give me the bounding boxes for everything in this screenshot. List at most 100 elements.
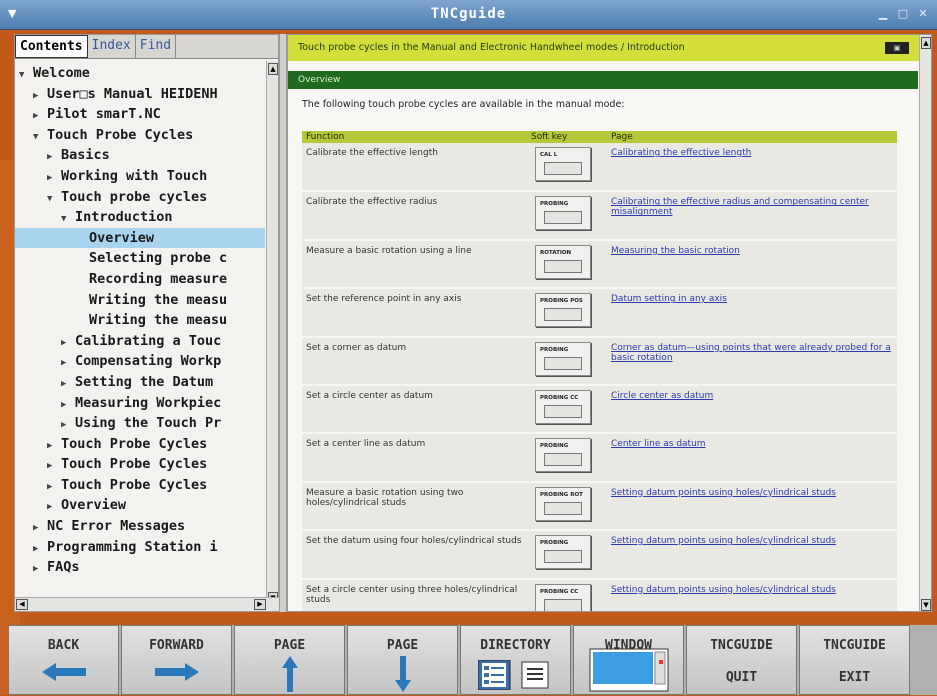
tree-item[interactable]: Recording measure	[15, 269, 265, 290]
softkey-directory-button[interactable]: DIRECTORY	[460, 625, 571, 695]
tree-item-label: Programming Station i	[47, 538, 218, 555]
collapsed-arrow-icon[interactable]: ▶	[47, 436, 61, 455]
tree-item[interactable]: ▶ FAQs	[15, 557, 265, 578]
tree-item[interactable]: ▶ Working with Touch	[15, 166, 265, 187]
tree-item[interactable]: ▶ Basics	[15, 145, 265, 166]
tree-item[interactable]: ▶ Setting the Datum	[15, 372, 265, 393]
tree-item-label: Touch Probe Cycles	[47, 126, 194, 143]
collapsed-arrow-icon[interactable]: ▶	[61, 333, 75, 352]
expanded-arrow-icon[interactable]: ▼	[61, 209, 75, 228]
softkey-window-button[interactable]: WINDOW	[573, 625, 684, 695]
softkey-cell: PROBING	[527, 433, 607, 483]
tree-item[interactable]: Selecting probe c	[15, 248, 265, 269]
tree-item[interactable]: ▶ Programming Station i	[15, 537, 265, 558]
collapsed-arrow-icon[interactable]: ▶	[47, 456, 61, 475]
maximize-icon[interactable]: □	[895, 6, 911, 22]
collapsed-arrow-icon[interactable]: ▶	[33, 106, 47, 125]
tree-item-label: User□s Manual HEIDENH	[47, 85, 218, 102]
page-link[interactable]: Circle center as datum	[611, 391, 713, 401]
page-link[interactable]: Setting datum points using holes/cylindr…	[611, 585, 836, 595]
softkey-label: PAGE	[386, 638, 419, 653]
softkey-page-button[interactable]: PAGE	[347, 625, 458, 695]
tab-contents[interactable]: Contents	[15, 35, 88, 58]
softkey-image: PROBING CC	[535, 389, 591, 424]
tree-item[interactable]: ▼ Touch probe cycles	[15, 187, 265, 208]
collapsed-arrow-icon[interactable]: ▶	[61, 395, 75, 414]
expanded-arrow-icon[interactable]: ▼	[33, 127, 47, 146]
collapsed-arrow-icon[interactable]: ▶	[33, 518, 47, 537]
tab-index[interactable]: Index	[88, 35, 136, 58]
page-link[interactable]: Center line as datum	[611, 439, 706, 449]
tree-item[interactable]: ▶ NC Error Messages	[15, 516, 265, 537]
page-link[interactable]: Corner as datum—using points that were a…	[611, 343, 891, 363]
softkey-back-button[interactable]: BACK	[8, 625, 119, 695]
probe-diagram-icon	[544, 356, 582, 370]
page-link[interactable]: Setting datum points using holes/cylindr…	[611, 536, 836, 546]
contents-panel: Contents Index Find ▼ Welcome ▶ User□s Manu…	[14, 34, 280, 612]
collapsed-arrow-icon[interactable]: ▶	[47, 168, 61, 187]
close-icon[interactable]: ✕	[915, 6, 931, 22]
minimize-icon[interactable]: ▁	[875, 6, 891, 22]
collapsed-arrow-icon[interactable]: ▶	[61, 415, 75, 434]
scroll-up-icon[interactable]: ▲	[921, 37, 931, 49]
softkey-cell: ROTATION	[527, 239, 607, 290]
collapsed-arrow-icon[interactable]: ▶	[61, 374, 75, 393]
tree-item[interactable]: ▶ Pilot smarT.NC	[15, 104, 265, 125]
tree-item[interactable]: Writing the measu	[15, 290, 265, 311]
function-cell: Measure a basic rotation using a line	[302, 239, 527, 290]
tree-item[interactable]: ▶ Calibrating a Touc	[15, 331, 265, 352]
scroll-down-icon[interactable]: ▼	[921, 599, 931, 611]
tree-item[interactable]: ▶ Touch Probe Cycles	[15, 454, 265, 475]
tree-item[interactable]: Overview	[15, 227, 265, 249]
pane-splitter[interactable]	[279, 34, 287, 612]
page-link[interactable]: Measuring the basic rotation	[611, 246, 740, 256]
page-cell: Setting datum points using holes/cylindr…	[607, 530, 897, 580]
page-link[interactable]: Setting datum points using holes/cylindr…	[611, 488, 836, 498]
content-vertical-scrollbar[interactable]: ▲ ▼	[919, 35, 931, 611]
collapsed-arrow-icon[interactable]: ▶	[33, 86, 47, 105]
tree-item[interactable]: ▶ Touch Probe Cycles	[15, 475, 265, 496]
scroll-up-icon[interactable]: ▲	[268, 63, 278, 75]
collapsed-arrow-icon[interactable]: ▶	[61, 353, 75, 372]
page-cell: Setting datum points using holes/cylindr…	[607, 578, 897, 611]
tab-find[interactable]: Find	[136, 35, 177, 58]
softkey-image: ROTATION	[535, 244, 591, 279]
collapsed-arrow-icon[interactable]: ▶	[33, 559, 47, 578]
softkey-page-button[interactable]: PAGE	[234, 625, 345, 695]
tree-vertical-scrollbar[interactable]: ▲ ▼	[266, 61, 278, 606]
tree-item[interactable]: ▶ Measuring Workpiec	[15, 393, 265, 414]
collapsed-arrow-icon[interactable]: ▶	[47, 497, 61, 516]
collapsed-arrow-icon[interactable]: ▶	[33, 539, 47, 558]
scroll-right-icon[interactable]: ▶	[254, 599, 266, 610]
softkey-image-label: PROBING	[540, 346, 569, 353]
expanded-arrow-icon[interactable]: ▼	[47, 189, 61, 208]
tree-item[interactable]: ▶ Using the Touch Pr	[15, 413, 265, 434]
tree-item[interactable]: ▼ Welcome	[15, 63, 265, 84]
tree-item[interactable]: ▼ Touch Probe Cycles	[15, 125, 265, 146]
softkey-image: PROBING POS	[535, 293, 591, 328]
toggle-panel-icon[interactable]: ▣	[885, 42, 909, 54]
softkey-forward-button[interactable]: FORWARD	[121, 625, 232, 695]
page-link[interactable]: Calibrating the effective radius and com…	[611, 197, 869, 217]
tree-item[interactable]: ▶ User□s Manual HEIDENH	[15, 84, 265, 105]
collapsed-arrow-icon[interactable]: ▶	[47, 147, 61, 166]
softkey-tncguide-exit-button[interactable]: TNCGUIDE EXIT	[799, 625, 910, 695]
tree-item[interactable]: ▶ Compensating Workp	[15, 351, 265, 372]
tree-item[interactable]: Writing the measu	[15, 310, 265, 331]
softkey-tncguide-quit-button[interactable]: TNCGUIDE QUIT	[686, 625, 797, 695]
tree-item[interactable]: ▶ Overview	[15, 495, 265, 516]
tree-horizontal-scrollbar[interactable]: ◀ ▶	[15, 597, 280, 611]
tree-item[interactable]: ▼ Introduction	[15, 207, 265, 228]
page-link[interactable]: Datum setting in any axis	[611, 294, 727, 304]
softkey-label: PAGE	[273, 638, 306, 653]
page-cell: Setting datum points using holes/cylindr…	[607, 481, 897, 532]
scroll-left-icon[interactable]: ◀	[16, 599, 28, 610]
table-row: Set a circle center as datum PROBING CC Ci…	[302, 384, 897, 435]
expanded-arrow-icon[interactable]: ▼	[19, 65, 33, 84]
page-link[interactable]: Calibrating the effective length	[611, 148, 751, 158]
tree-item[interactable]: ▶ Touch Probe Cycles	[15, 434, 265, 455]
tree-item-label: Working with Touch	[61, 167, 208, 184]
collapsed-arrow-icon[interactable]: ▶	[47, 477, 61, 496]
softkey-image-label: PROBING	[540, 540, 569, 547]
softkey-cell: PROBING ROT	[527, 481, 607, 532]
